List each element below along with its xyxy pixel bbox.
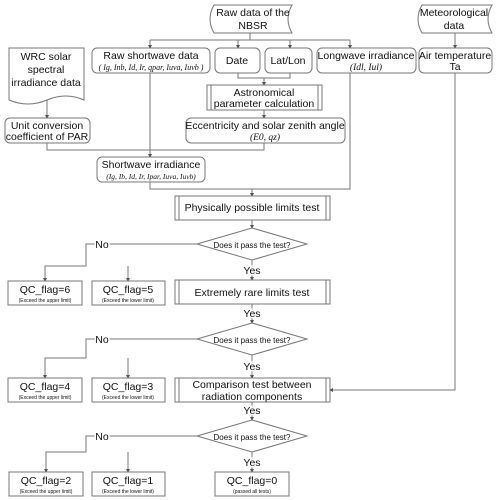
svg-text:Raw shortwave data: Raw shortwave data: [103, 50, 198, 62]
date-node: Date: [214, 47, 261, 74]
svg-text:QC_flag=6: QC_flag=6: [20, 284, 71, 296]
svg-text:QC_flag=4: QC_flag=4: [20, 381, 71, 393]
astronomical-calc-node: Astronomical parameter calculation: [206, 84, 323, 111]
svg-text:WRC solar: WRC solar: [21, 51, 72, 63]
qc-flowchart: Raw data of the NBSR Meteorological data…: [4, 4, 493, 497]
svg-text:NBSR: NBSR: [238, 20, 268, 32]
svg-text:QC_flag=5: QC_flag=5: [103, 284, 154, 296]
svg-text:parameter calculation: parameter calculation: [214, 98, 315, 110]
qc-flag-6: QC_flag=6 (Exceed the upper limit): [7, 280, 83, 306]
qc-flag-5: QC_flag=5 (Exceed the lower limit): [91, 280, 166, 306]
decision-2: Yes Does it pass the test? No Yes: [94, 307, 309, 375]
shortwave-irradiance-node: Shortwave irradiance (Ig, Ib, Id, Ir, Ip…: [96, 156, 206, 183]
physically-possible-test: Physically possible limits test: [174, 195, 331, 221]
svg-text:Yes: Yes: [243, 308, 260, 320]
comparison-test: Comparison test between radiation compon…: [174, 377, 331, 403]
svg-text:QC_flag=1: QC_flag=1: [103, 475, 154, 487]
svg-text:Yes: Yes: [243, 265, 260, 277]
svg-text:QC_flag=2: QC_flag=2: [21, 475, 72, 487]
svg-text:No: No: [95, 334, 109, 346]
svg-text:(Exceed the upper limit): (Exceed the upper limit): [19, 395, 72, 401]
qc-flag-4: QC_flag=4 (Exceed the upper limit): [7, 377, 83, 403]
decision-1: Does it pass the test? No Yes: [94, 227, 309, 279]
svg-text:Comparison test between: Comparison test between: [192, 379, 311, 391]
svg-text:No: No: [95, 239, 109, 251]
qc-flag-2: QC_flag=2 (Exceed the upper limit): [8, 471, 84, 497]
raw-shortwave-node: Raw shortwave data ( Ig, Inb, Id, Ir, qp…: [91, 47, 211, 74]
svg-text:(Exceed the lower limit): (Exceed the lower limit): [102, 395, 154, 401]
meteorological-data-node: Meteorological data: [417, 4, 493, 34]
svg-text:(passed all tests): (passed all tests): [233, 489, 271, 495]
latlon-node: Lat/Lon: [264, 47, 313, 74]
qc-flag-0: QC_flag=0 (passed all tests): [214, 471, 290, 497]
svg-text:Lat/Lon: Lat/Lon: [270, 55, 305, 67]
svg-text:data: data: [444, 20, 465, 32]
svg-text:Does it pass the test?: Does it pass the test?: [214, 241, 291, 250]
svg-text:Does it pass the test?: Does it pass the test?: [214, 433, 291, 442]
svg-text:Does it pass the test?: Does it pass the test?: [214, 336, 291, 345]
svg-text:(Exceed the upper limit): (Exceed the upper limit): [20, 489, 73, 495]
longwave-node: Longwave irradiance (Idl, Iul): [316, 47, 417, 74]
svg-text:Raw data of the: Raw data of the: [216, 7, 290, 19]
svg-text:(Exceed the upper limit): (Exceed the upper limit): [19, 298, 72, 304]
svg-text:QC_flag=0: QC_flag=0: [227, 475, 278, 487]
svg-text:Ta: Ta: [449, 61, 460, 73]
svg-text:No: No: [95, 431, 109, 443]
decision-3: Yes Does it pass the test? No Yes: [94, 404, 309, 471]
svg-text:Date: Date: [226, 55, 248, 67]
svg-text:Eccentricity and solar zenith: Eccentricity and solar zenith angle: [185, 120, 344, 132]
svg-text:(E0, qz): (E0, qz): [250, 132, 280, 143]
svg-text:Meteorological: Meteorological: [420, 7, 488, 19]
nbsr-data-node: Raw data of the NBSR: [209, 4, 293, 34]
svg-text:Yes: Yes: [243, 361, 260, 373]
qc-flag-3: QC_flag=3 (Exceed the lower limit): [91, 377, 166, 403]
svg-text:spectral: spectral: [28, 64, 65, 76]
unit-conversion-node: Unit conversion coefficient of PAR: [4, 117, 91, 144]
svg-text:radiation components: radiation components: [202, 391, 302, 403]
svg-text:Extremely rare limits test: Extremely rare limits test: [195, 287, 310, 299]
svg-text:(Exceed the lower limit): (Exceed the lower limit): [102, 298, 154, 304]
svg-text:Shortwave irradiance: Shortwave irradiance: [102, 159, 201, 171]
qc-flag-1: QC_flag=1 (Exceed the lower limit): [91, 471, 166, 497]
svg-text:( Ig, Inb, Id, Ir, qpar, Iuva,: ( Ig, Inb, Id, Ir, qpar, Iuva, Iuvb ): [99, 63, 204, 72]
svg-text:(Ig, Ib, Id, Ir, Ipar, Iuva, I: (Ig, Ib, Id, Ir, Ipar, Iuva, Iuvb): [106, 172, 196, 181]
extremely-rare-test: Extremely rare limits test: [174, 279, 331, 305]
svg-text:(Exceed the lower limit): (Exceed the lower limit): [102, 489, 154, 495]
svg-text:Yes: Yes: [243, 405, 260, 417]
svg-text:QC_flag=3: QC_flag=3: [103, 381, 154, 393]
svg-text:coefficient of PAR: coefficient of PAR: [6, 131, 89, 143]
svg-text:(Idl, Iul): (Idl, Iul): [350, 62, 382, 73]
eccentricity-node: Eccentricity and solar zenith angle (E0,…: [185, 117, 346, 144]
air-temperature-node: Air temperature Ta: [418, 47, 493, 74]
wrc-data-node: WRC solar spectral irradiance data: [8, 47, 85, 105]
svg-text:Physically possible limits tes: Physically possible limits test: [185, 202, 320, 214]
svg-text:irradiance data: irradiance data: [11, 77, 81, 89]
svg-text:Longwave irradiance: Longwave irradiance: [318, 50, 415, 62]
svg-text:Yes: Yes: [243, 457, 260, 469]
